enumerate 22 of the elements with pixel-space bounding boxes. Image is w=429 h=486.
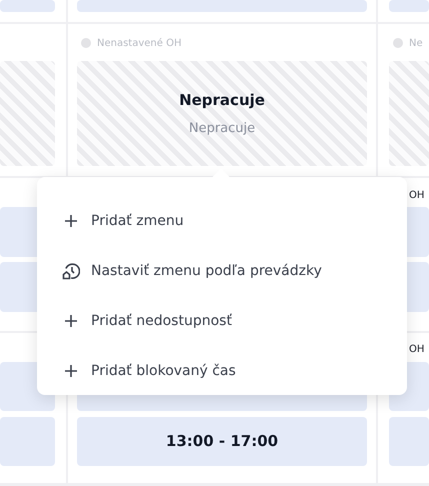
shift-card[interactable] [389, 0, 429, 12]
shift-card[interactable] [0, 0, 55, 12]
house-clock-icon [62, 262, 80, 280]
status-label: OH [409, 188, 424, 202]
card-title: 13:00 - 17:00 [166, 431, 278, 452]
status-label: Ne [409, 36, 423, 50]
plus-icon [64, 314, 78, 328]
card-subtitle: Nepracuje [188, 120, 256, 138]
card-title: Nepracuje [179, 90, 265, 110]
status-label: Nenastavené OH [97, 36, 182, 50]
shift-card[interactable] [389, 417, 429, 466]
shift-card[interactable]: 13:00 - 17:00 [77, 417, 367, 466]
plus-icon [64, 364, 78, 378]
day-off-card[interactable]: Nepracuje Nepracuje [77, 61, 367, 166]
menu-item[interactable]: Pridať blokovaný čas [37, 346, 407, 396]
menu-item[interactable]: Nastaviť zmenu podľa prevádzky [37, 246, 407, 296]
plus-icon [64, 214, 78, 228]
menu-item[interactable]: Pridať zmenu [37, 196, 407, 246]
shift-card[interactable] [77, 0, 367, 12]
status-label: OH [409, 342, 424, 356]
shift-card[interactable] [0, 417, 55, 466]
menu-item[interactable]: Pridať nedostupnosť [37, 296, 407, 346]
